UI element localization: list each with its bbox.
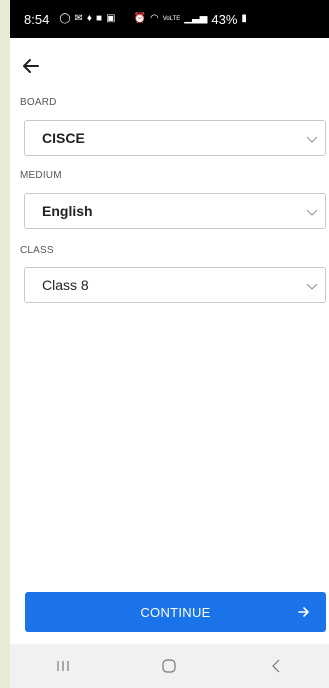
arrow-right-icon: [298, 607, 309, 617]
class-label: CLASS: [20, 245, 54, 256]
status-time: 8:54: [24, 11, 50, 27]
chevron-down-icon: [306, 209, 318, 216]
class-value: Class 8: [42, 277, 89, 293]
battery-percent: 43%: [211, 11, 238, 27]
back-nav-icon[interactable]: [256, 654, 296, 678]
back-arrow-icon[interactable]: [20, 56, 42, 76]
battery-icon: ▮: [241, 13, 247, 24]
continue-button[interactable]: CONTINUE: [25, 592, 326, 632]
continue-label: CONTINUE: [140, 604, 211, 620]
board-select[interactable]: CISCE: [24, 120, 326, 156]
signal-icon: ▁▃▅: [184, 13, 208, 24]
chevron-down-icon: [306, 283, 318, 290]
board-label: BOARD: [20, 97, 57, 108]
medium-value: English: [42, 203, 93, 219]
medium-select[interactable]: English: [24, 193, 326, 229]
board-value: CISCE: [42, 130, 85, 146]
image-icon: ▣: [106, 13, 116, 24]
wifi-icon: ◠: [149, 13, 159, 24]
medium-label: MEDIUM: [20, 170, 62, 181]
recent-apps-icon[interactable]: [43, 654, 83, 678]
home-icon[interactable]: [149, 654, 189, 678]
chevron-down-icon: [306, 136, 318, 143]
android-nav-bar: [10, 644, 329, 688]
status-bar: 8:54 ◯ ✉ ♦ ■ ▣ ⏰ ◠ VoLTE ▁▃▅ 43% ▮: [10, 0, 329, 38]
phone-screen: 8:54 ◯ ✉ ♦ ■ ▣ ⏰ ◠ VoLTE ▁▃▅ 43% ▮ BOARD…: [10, 0, 329, 688]
mail-icon: ■: [96, 13, 103, 24]
network-type: VoLTE: [162, 16, 181, 22]
class-select[interactable]: Class 8: [24, 267, 326, 303]
alarm-icon: ⏰: [133, 13, 146, 24]
app-icon: ♦: [86, 13, 93, 24]
whatsapp-icon: ◯: [59, 13, 71, 24]
gmail-icon: ✉: [74, 13, 83, 24]
